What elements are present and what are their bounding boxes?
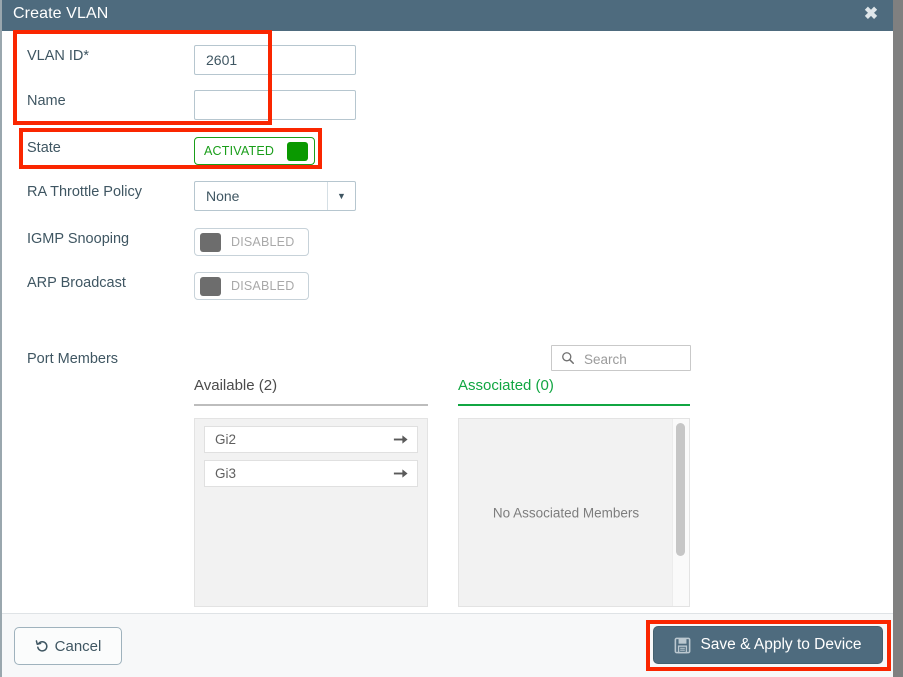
list-item-label: Gi2 <box>215 432 237 447</box>
name-label: Name <box>27 93 66 109</box>
save-apply-button[interactable]: Save & Apply to Device <box>653 626 883 664</box>
search-box[interactable] <box>551 345 691 372</box>
ra-throttle-policy-label: RA Throttle Policy <box>27 184 142 200</box>
vlan-id-label: VLAN ID* <box>27 48 90 64</box>
state-toggle-label: ACTIVATED <box>204 144 275 158</box>
cancel-button[interactable]: Cancel <box>14 627 122 665</box>
ra-throttle-policy-value: None <box>206 188 240 204</box>
igmp-snooping-label: IGMP Snooping <box>27 231 130 247</box>
search-icon <box>562 352 574 364</box>
scrollbar-thumb[interactable] <box>676 423 685 556</box>
arp-broadcast-toggle[interactable]: DISABLED <box>194 272 310 300</box>
arp-broadcast-toggle-label: DISABLED <box>231 279 295 293</box>
name-input[interactable] <box>194 90 356 120</box>
ra-throttle-policy-select[interactable]: None ▼ <box>194 181 356 211</box>
form-row-name: Name <box>2 90 893 135</box>
arrow-right-icon[interactable] <box>392 431 409 448</box>
cancel-button-label: Cancel <box>54 637 102 655</box>
list-item-label: Gi3 <box>215 466 237 481</box>
state-label: State <box>27 140 61 156</box>
chevron-down-icon[interactable]: ▼ <box>328 182 355 210</box>
arrow-right-icon[interactable] <box>392 465 409 482</box>
create-vlan-modal: Create VLAN ✖ VLAN ID* Name State ACTIVA… <box>0 0 903 677</box>
form-row-vlan-id: VLAN ID* <box>2 45 893 90</box>
close-icon[interactable]: ✖ <box>861 4 881 24</box>
port-members-label: Port Members <box>27 351 119 367</box>
vlan-id-input[interactable] <box>194 45 356 75</box>
form-row-igmp-snooping: IGMP Snooping DISABLED <box>2 228 893 273</box>
toggle-knob-icon <box>287 141 309 161</box>
form-row-state: State ACTIVATED <box>2 137 893 182</box>
associated-list: No Associated Members <box>458 418 690 607</box>
toggle-knob-icon <box>200 276 221 296</box>
available-column: Available (2) Gi2 Gi3 <box>194 376 428 607</box>
associated-scrollbar[interactable] <box>672 419 689 606</box>
toggle-knob-icon <box>200 232 221 252</box>
undo-icon <box>35 640 48 652</box>
search-input[interactable] <box>582 346 690 372</box>
igmp-snooping-toggle[interactable]: DISABLED <box>194 228 310 256</box>
modal-header: Create VLAN ✖ <box>2 0 893 31</box>
form-row-ra-throttle-policy: RA Throttle Policy None ▼ <box>2 181 893 226</box>
associated-title: Associated (0) <box>458 377 554 394</box>
available-underline <box>194 404 428 406</box>
associated-column: Associated (0) No Associated Members <box>458 376 690 607</box>
form-row-arp-broadcast: ARP Broadcast DISABLED <box>2 272 893 317</box>
save-disk-icon <box>675 637 691 653</box>
modal-body: VLAN ID* Name State ACTIVATED RA Th <box>2 31 893 613</box>
save-apply-button-label: Save & Apply to Device <box>700 636 862 653</box>
available-list: Gi2 Gi3 <box>194 418 428 607</box>
arp-broadcast-label: ARP Broadcast <box>27 275 126 291</box>
list-item[interactable]: Gi3 <box>204 460 418 487</box>
page-title: Create VLAN <box>13 5 109 22</box>
associated-underline <box>458 404 690 406</box>
igmp-snooping-toggle-label: DISABLED <box>231 235 295 249</box>
available-title: Available (2) <box>194 377 278 394</box>
state-toggle[interactable]: ACTIVATED <box>194 137 316 165</box>
associated-empty-text: No Associated Members <box>492 505 640 520</box>
list-item[interactable]: Gi2 <box>204 426 418 453</box>
